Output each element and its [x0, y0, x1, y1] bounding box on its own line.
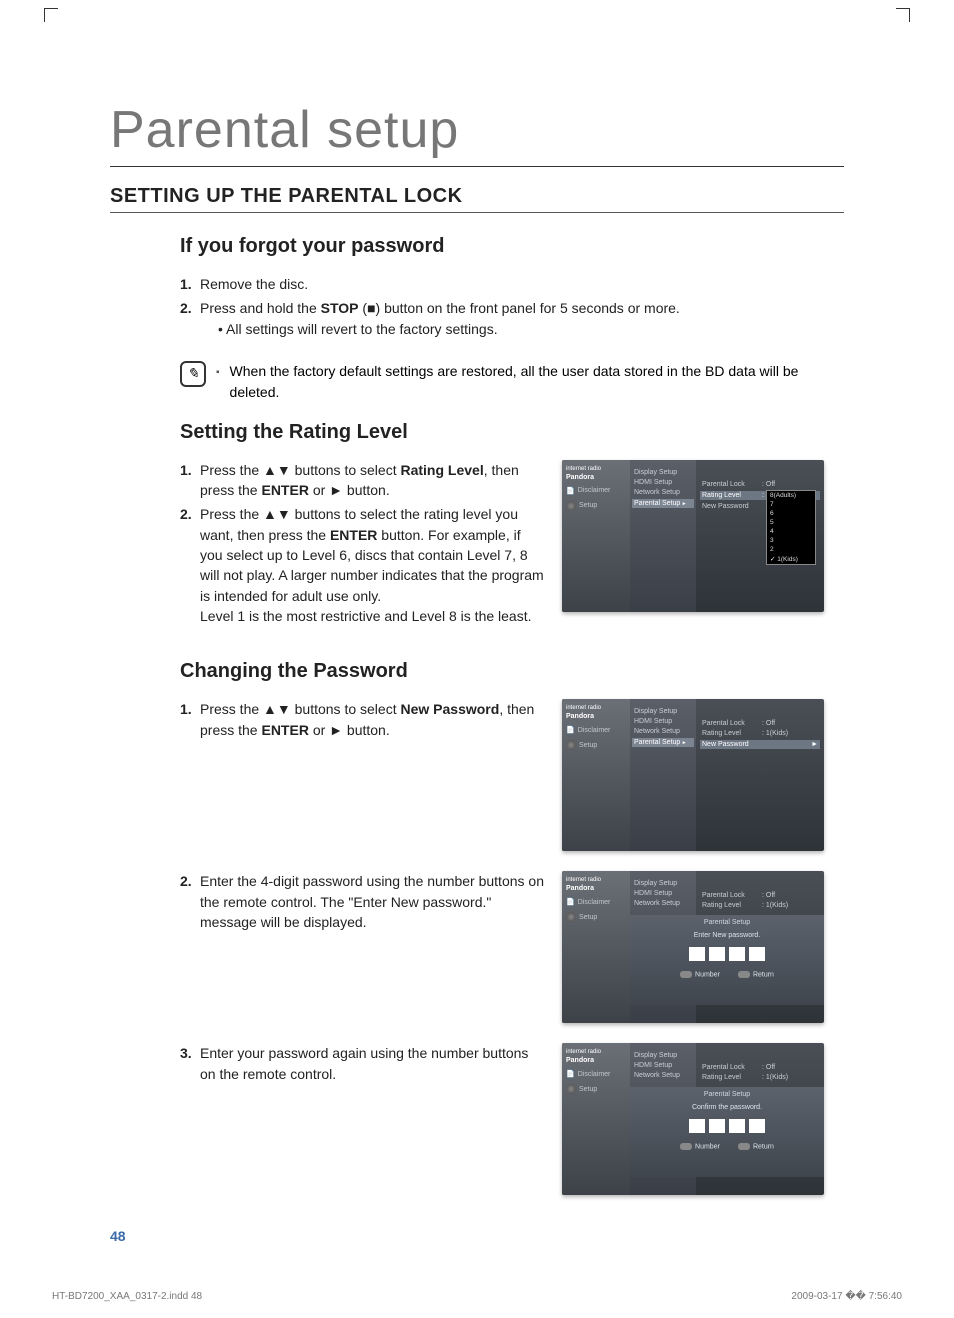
step-number: 1. — [180, 274, 200, 294]
step-text: Press the ▲▼ buttons to select New Passw… — [200, 699, 544, 740]
page-number: 48 — [110, 1228, 126, 1244]
note-icon: ✎ — [180, 361, 206, 387]
title-rule — [110, 166, 844, 167]
gear-icon — [566, 912, 576, 922]
step-number: 3. — [180, 1043, 200, 1084]
print-footer: HT-BD7200_XAA_0317-2.indd 48 2009-03-17 … — [52, 1291, 902, 1302]
step-text: Enter your password again using the numb… — [200, 1043, 544, 1084]
forgot-step-2: 2. Press and hold the STOP (■) button on… — [180, 298, 824, 339]
step-number: 2. — [180, 871, 200, 932]
step-sub-bullet: All settings will revert to the factory … — [218, 319, 824, 339]
step-text: Remove the disc. — [200, 274, 824, 294]
step-number: 2. — [180, 298, 200, 339]
gear-icon — [566, 1084, 576, 1094]
note-callout: ✎ ▪ When the factory default settings ar… — [180, 361, 824, 403]
footer-filename: HT-BD7200_XAA_0317-2.indd 48 — [52, 1291, 202, 1302]
step-number: 1. — [180, 699, 200, 740]
forgot-step-1: 1. Remove the disc. — [180, 274, 824, 294]
pwd-step2-list: 2. Enter the 4-digit password using the … — [180, 871, 544, 932]
step-text: Press and hold the STOP (■) button on th… — [200, 298, 824, 339]
forgot-heading: If you forgot your password — [180, 235, 824, 258]
step-text: Enter the 4-digit password using the num… — [200, 871, 544, 932]
rating-dropdown: 8(Adults) 7 6 5 4 3 2 1(Kids) — [766, 490, 816, 565]
gear-icon — [566, 501, 576, 511]
step-text: Press the ▲▼ buttons to select Rating Le… — [200, 460, 544, 501]
pwd-step-1: 1. Press the ▲▼ buttons to select New Pa… — [180, 699, 544, 740]
pwd-step-3: 3. Enter your password again using the n… — [180, 1043, 544, 1084]
manual-page: Parental setup SETTING UP THE PARENTAL L… — [0, 0, 954, 1300]
section-rule — [110, 212, 844, 213]
content-area: If you forgot your password 1. Remove th… — [180, 235, 824, 1195]
step-number: 1. — [180, 460, 200, 501]
page-title: Parental setup — [110, 100, 884, 160]
password-heading: Changing the Password — [180, 660, 824, 683]
rating-step-1: 1. Press the ▲▼ buttons to select Rating… — [180, 460, 544, 501]
pwd-step1-list: 1. Press the ▲▼ buttons to select New Pa… — [180, 699, 544, 740]
step-text: Press the ▲▼ buttons to select the ratin… — [200, 504, 544, 626]
gear-icon — [566, 740, 576, 750]
pwd-step3-list: 3. Enter your password again using the n… — [180, 1043, 544, 1084]
rating-steps: 1. Press the ▲▼ buttons to select Rating… — [180, 460, 544, 626]
rating-heading: Setting the Rating Level — [180, 421, 824, 444]
step-number: 2. — [180, 504, 200, 626]
confirm-password-screenshot: internet radio Pandora 📄Disclaimer Setup… — [562, 1043, 824, 1195]
rating-level-screenshot: internet radio Pandora 📄Disclaimer Setup… — [562, 460, 824, 612]
note-text: When the factory default settings are re… — [230, 361, 824, 403]
enter-password-screenshot: internet radio Pandora 📄Disclaimer Setup… — [562, 871, 824, 1023]
new-password-select-screenshot: internet radio Pandora 📄Disclaimer Setup… — [562, 699, 824, 851]
section-heading: SETTING UP THE PARENTAL LOCK — [110, 185, 844, 208]
rating-step-2: 2. Press the ▲▼ buttons to select the ra… — [180, 504, 544, 626]
note-bullet-icon: ▪ — [216, 361, 220, 378]
password-entry-overlay: Parental Setup Enter New password. Numbe… — [630, 915, 824, 1005]
footer-timestamp: 2009-03-17 �� 7:56:40 — [791, 1291, 902, 1302]
pwd-step-2: 2. Enter the 4-digit password using the … — [180, 871, 544, 932]
password-confirm-overlay: Parental Setup Confirm the password. Num… — [630, 1087, 824, 1177]
forgot-steps: 1. Remove the disc. 2. Press and hold th… — [180, 274, 824, 339]
